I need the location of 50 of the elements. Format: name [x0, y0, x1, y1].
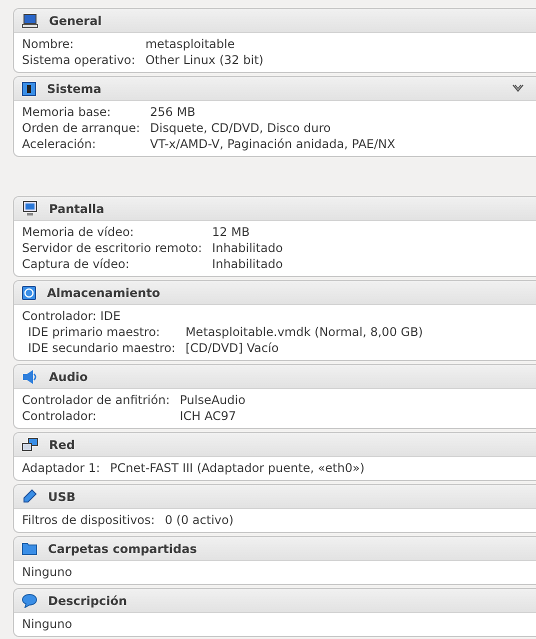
detail-label: Adaptador 1:: [22, 460, 100, 476]
speaker-icon: [22, 370, 38, 384]
section-title: Descripción: [48, 594, 128, 608]
folder-icon: [22, 542, 37, 555]
detail-value: metasploitable: [145, 36, 235, 52]
detail-value: [CD/DVD] Vacío: [185, 340, 279, 356]
speech-bubble-icon: [22, 594, 37, 608]
detail-value: Inhabilitado: [212, 256, 283, 272]
detail-label: Nombre:: [22, 36, 75, 52]
detail-label: Controlador de anfitrión:: [22, 392, 170, 408]
detail-label: Servidor de escritorio remoto:: [22, 240, 202, 256]
detail-label: Controlador:: [22, 408, 98, 424]
detail-value: VT-x/AMD-V, Paginación anidada, PAE/NX: [150, 136, 396, 152]
detail-label: Captura de vídeo:: [22, 256, 130, 272]
section-title: Sistema: [47, 82, 102, 96]
detail-label: Aceleración:: [22, 136, 97, 152]
detail-text: Controlador: IDE: [22, 308, 122, 324]
detail-value: 12 MB: [212, 224, 250, 240]
detail-value: PulseAudio: [180, 392, 246, 408]
detail-value: 256 MB: [150, 104, 196, 120]
detail-label: Orden de arranque:: [22, 120, 140, 136]
detail-value: PCnet-FAST III (Adaptador puente, «eth0»): [110, 460, 365, 476]
detail-value: Metasploitable.vmdk (Normal, 8,00 GB): [185, 324, 423, 340]
detail-value: Other Linux (32 bit): [145, 52, 264, 68]
network-icon: [22, 438, 38, 452]
collapse-toggle-icon[interactable]: [512, 84, 524, 93]
detail-value: 0 (0 activo): [164, 512, 234, 528]
disk-icon: [22, 286, 36, 300]
section-title: Pantalla: [49, 202, 106, 216]
section-title: Audio: [49, 370, 89, 384]
detail-label: Memoria base:: [22, 104, 112, 120]
monitor-icon: [22, 201, 38, 216]
pen-icon: [22, 489, 37, 504]
detail-label: Filtros de dispositivos:: [22, 512, 155, 528]
section-title: General: [49, 14, 103, 28]
detail-value: ICH AC97: [180, 408, 236, 424]
detail-value: Inhabilitado: [212, 240, 283, 256]
section-title: Red: [49, 438, 76, 452]
detail-value: Disquete, CD/DVD, Disco duro: [150, 120, 331, 136]
section-title: USB: [48, 490, 77, 504]
section-title: Almacenamiento: [47, 286, 162, 300]
detail-text: Ninguno: [22, 616, 74, 632]
detail-text: Ninguno: [22, 564, 74, 580]
detail-label: IDE primario maestro:: [27, 324, 161, 340]
computer-icon: [22, 14, 38, 28]
detail-label: Memoria de vídeo:: [22, 224, 135, 240]
section-title: Carpetas compartidas: [48, 542, 198, 556]
chip-icon: [22, 82, 36, 96]
detail-label: Sistema operativo:: [22, 52, 136, 68]
detail-label: IDE secundario maestro:: [27, 340, 176, 356]
